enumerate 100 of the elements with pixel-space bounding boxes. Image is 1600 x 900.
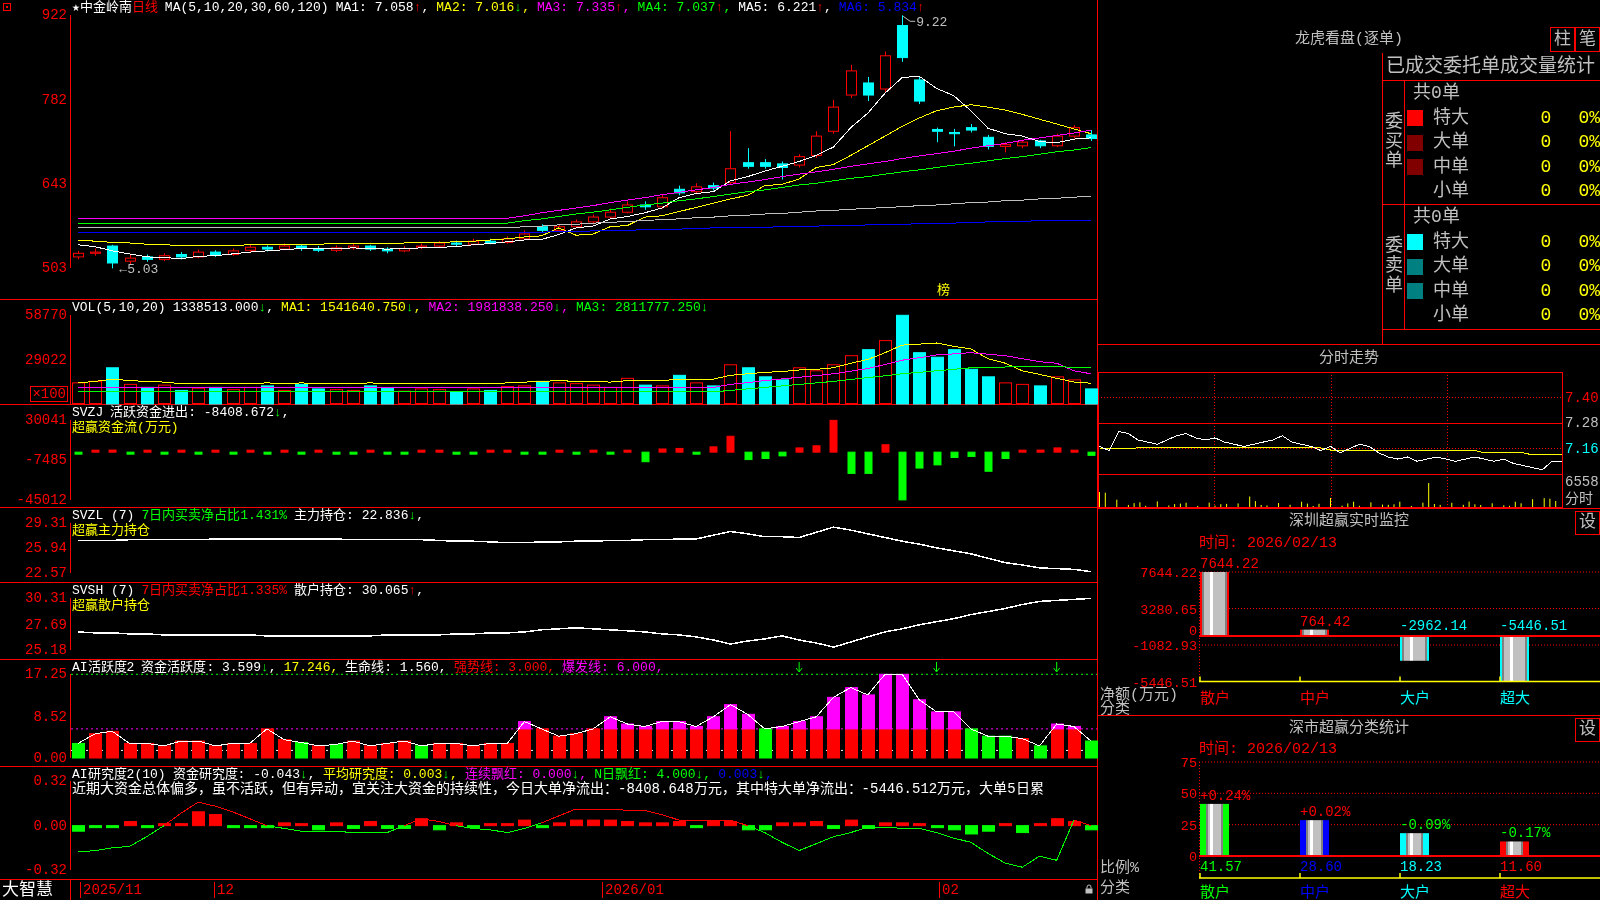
value-label: 41.57 [1200, 859, 1242, 875]
legend-reading: 主力持仓: 22.836↓, [294, 508, 425, 523]
legend-reading: 7日内买卖净占比1.335% [141, 583, 288, 598]
share-value: 0% [1578, 280, 1600, 302]
category-label: 超大 [1500, 885, 1530, 900]
value-label: 28.60 [1300, 859, 1342, 875]
category-label: 大户 [1400, 691, 1430, 708]
axis-label: 8.52 [33, 708, 67, 725]
count-value: 0 [1540, 231, 1552, 253]
time-label: 时间: 2026/02/13 [1199, 536, 1338, 552]
axis-label: -7485 [25, 452, 67, 469]
legend-reading: 散户持仓: 30.065↑, [294, 583, 425, 598]
total-count: 共0单 [1413, 83, 1460, 104]
legend-reading: 活跃资金进出: -8408.672↓, [110, 405, 290, 420]
price-label: ←5.03 [119, 262, 159, 278]
share-value: 0% [1578, 305, 1600, 327]
legend-reading: 爆发线: 6.000, [562, 660, 664, 675]
share-value: 0% [1578, 156, 1600, 178]
share-value: 0% [1578, 107, 1600, 129]
legend-reading: MA5: 6.221↑, [738, 0, 832, 15]
legend-reading: SVZJ [72, 405, 104, 420]
legend-reading: 强势线: 3.000, [453, 660, 556, 675]
axis-label: 17.25 [25, 666, 67, 683]
brand-label: 大智慧 [2, 880, 53, 900]
count-value: 0 [1540, 280, 1552, 302]
legend-reading: 1338513.000↓, [172, 300, 275, 315]
axis-label: 0.32 [33, 773, 67, 790]
count-value: 0 [1540, 181, 1552, 203]
legend-reading: 17.246, [283, 660, 339, 675]
legend-reading: 7日内买卖净占比1.431% [141, 508, 288, 523]
axis-label: -1082.93 [1132, 639, 1197, 655]
axis-label: -45012 [16, 491, 67, 508]
panel-title: 深圳超赢实时监控 [1289, 513, 1409, 531]
legend-reading: MA(5,10,20,30,60,120) [164, 0, 329, 15]
axis-label: 3280.65 [1140, 602, 1197, 618]
change-label: +0.24% [1200, 787, 1251, 804]
legend-reading: MA1: 1541640.750↓, [281, 300, 422, 315]
volume-axis-label: 6558 [1565, 474, 1599, 490]
axis-label: 25.94 [25, 540, 67, 557]
axis-label: 7644.22 [1140, 566, 1197, 581]
axis-title: 分类 [1100, 880, 1130, 897]
category-label: 散户 [1200, 691, 1230, 708]
category-label: 超大 [1500, 691, 1530, 708]
axis-label: 27.69 [25, 616, 67, 633]
axis-label: 922 [41, 7, 67, 24]
axis-title: 比例% [1100, 860, 1139, 877]
marker-label: 榜 [937, 283, 950, 298]
axis-label: 0.00 [33, 750, 67, 766]
category-label: 中户 [1300, 691, 1330, 708]
legend-reading: 连续飘红: 0.000↓, [464, 767, 588, 782]
date-label: 12 [214, 882, 234, 898]
legend-reading: 平均研究度: 0.003↓, [322, 767, 458, 782]
change-label: -0.09% [1400, 817, 1451, 834]
axis-label: 75 [1180, 756, 1197, 771]
axis-label: 782 [41, 91, 67, 108]
category-label: 散户 [1200, 885, 1230, 900]
date-label: 2026/01 [602, 882, 664, 898]
price-axis-label: 7.40 [1565, 389, 1599, 406]
date-label: 2025/11 [80, 882, 142, 898]
price-axis-label: 7.16 [1565, 440, 1599, 457]
panel-title: 龙虎看盘(逐单) [1295, 31, 1403, 49]
legend-reading: N日飘红: 4.000↓, [594, 767, 712, 782]
change-label: +0.02% [1300, 804, 1351, 821]
legend-reading: 生命线: 1.560, [345, 660, 447, 675]
legend-reading: VOL(5,10,20) [72, 300, 166, 315]
group-label: 委买单 [1384, 112, 1403, 173]
period-label: 日线 [131, 0, 158, 15]
legend-reading: MA2: 1981838.250↓, [428, 300, 569, 315]
analysis-text: 近期大资金总体偏多，虽不活跃，但有异动，宜关注大资金的持续性，今日大单净流出：-8408.648万元，其中特大单净流出：-5446.512万元，大单5日累 [72, 782, 1044, 797]
axis-label: 29.31 [25, 515, 67, 532]
value-label: 7644.22 [1200, 556, 1259, 572]
order-size-label: 小单 [1433, 305, 1469, 327]
unit-label: ×100 [30, 386, 68, 402]
panel-title: 分时走势 [1319, 349, 1379, 368]
axis-label: 58770 [25, 307, 67, 324]
value-label: 11.60 [1500, 859, 1542, 875]
category-label: 中户 [1300, 885, 1330, 900]
order-size-label: 小单 [1433, 181, 1469, 203]
time-label: 时间: 2026/02/13 [1199, 742, 1338, 758]
legend-reading: MA6: 5.834↑ [838, 0, 925, 15]
group-label: 委卖单 [1384, 237, 1403, 297]
category-label: 大户 [1400, 885, 1430, 900]
legend-reading: 0.003↓, [718, 767, 773, 782]
mode-label: 分时 [1565, 491, 1593, 507]
axis-label: 0.00 [33, 817, 67, 834]
axis-label: 22.57 [25, 565, 67, 582]
total-count: 共0单 [1413, 207, 1460, 228]
share-value: 0% [1578, 132, 1600, 154]
order-size-label: 特大 [1433, 107, 1469, 129]
order-size-label: 中单 [1433, 156, 1469, 178]
indicator-title: 超赢资金流(万元) [72, 420, 179, 435]
share-value: 0% [1578, 231, 1600, 253]
axis-label: -0.32 [25, 862, 67, 878]
value-label: 764.42 [1300, 613, 1351, 630]
order-size-label: 特大 [1433, 231, 1469, 253]
legend-reading: 资金研究度: -0.043↓, [172, 767, 316, 782]
share-value: 0% [1578, 256, 1600, 278]
order-size-label: 大单 [1433, 256, 1469, 278]
count-value: 0 [1540, 156, 1552, 178]
axis-label: 50 [1180, 787, 1197, 803]
